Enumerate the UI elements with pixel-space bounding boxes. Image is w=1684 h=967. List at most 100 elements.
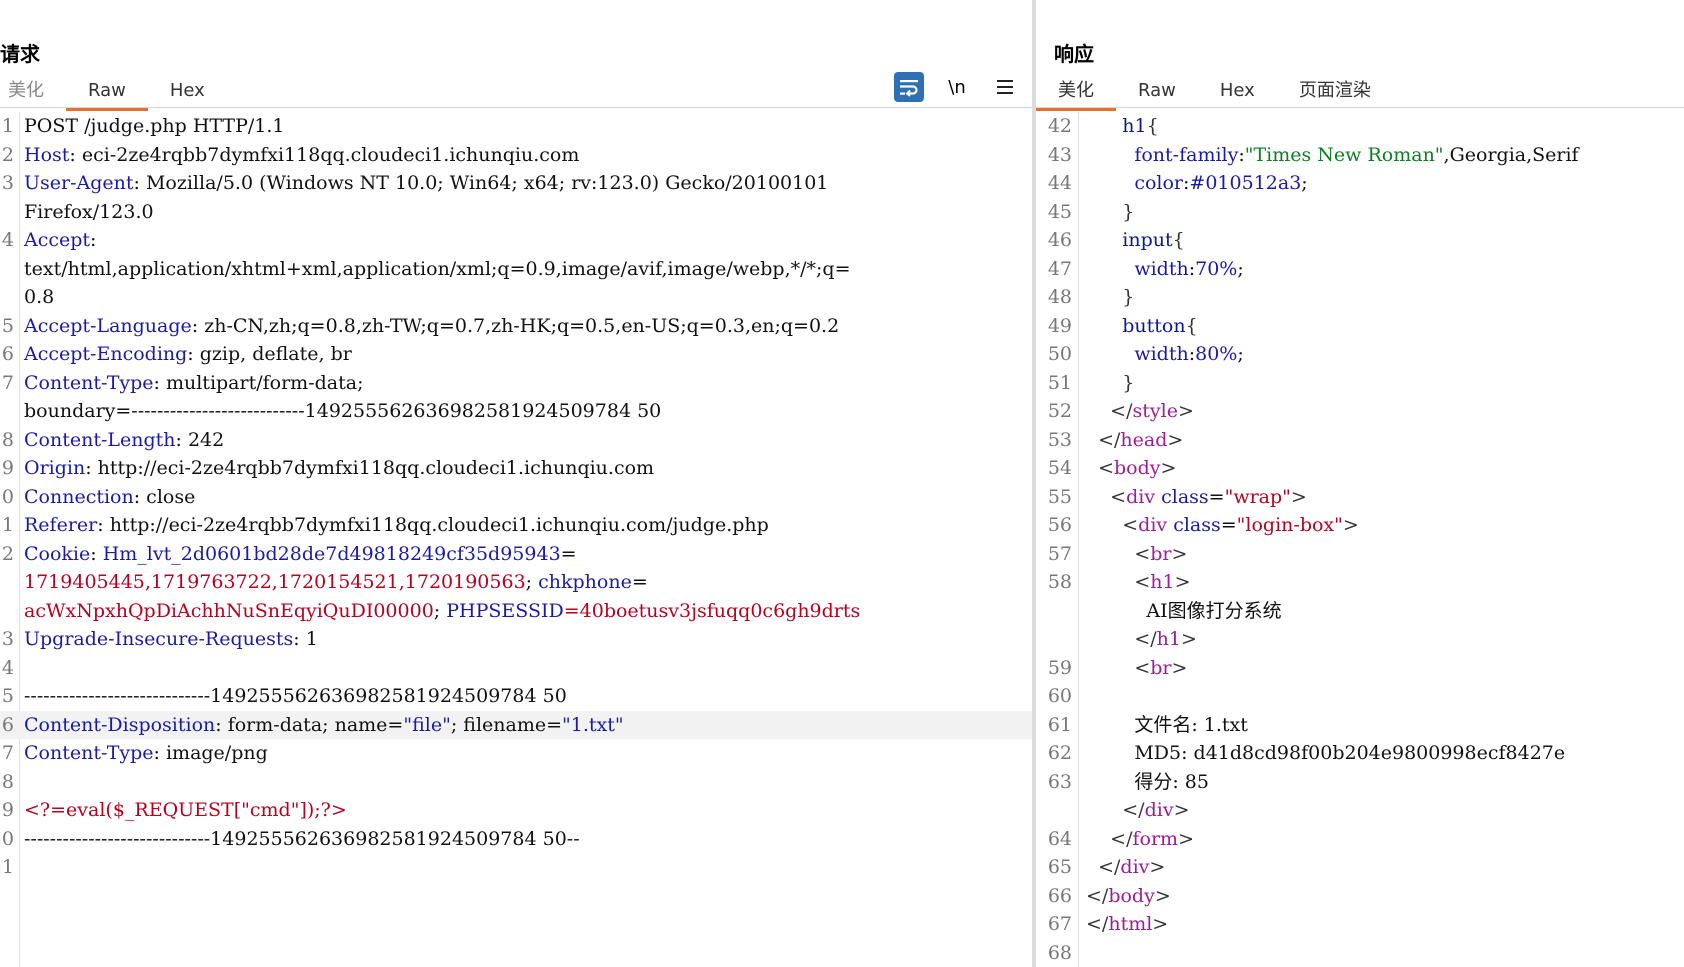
line-content: button{ xyxy=(1086,312,1684,341)
code-line: 11 Referer: http://eci-2ze4rqbb7dymfxi118… xyxy=(0,511,1032,540)
response-tab-hex[interactable]: Hex xyxy=(1198,78,1277,108)
line-content: Accept: xyxy=(24,226,1032,255)
code-token: 40boetusv3jsfuqq0c6gh9drts xyxy=(579,599,861,622)
line-content: </div> xyxy=(1086,853,1684,882)
code-line: 16Content-Disposition: form-data; name="… xyxy=(0,710,1032,739)
response-tab-页面渲染[interactable]: 页面渲染 xyxy=(1277,78,1393,108)
code-token: POST /judge.php HTTP/1.1 xyxy=(24,115,285,137)
line-content: </form> xyxy=(1086,825,1684,854)
code-token: html xyxy=(1108,913,1153,935)
code-token: h1 xyxy=(1150,571,1175,593)
line-number: 46 xyxy=(1047,229,1072,251)
code-token: : form-data; name= xyxy=(215,713,404,736)
code-line: 8 Content-Length: 242 xyxy=(0,426,1032,455)
code-line: 55 <div class="wrap"> xyxy=(1036,483,1684,512)
line-number xyxy=(0,397,14,426)
line-content xyxy=(24,768,1032,797)
code-token: 80% xyxy=(1195,343,1238,365)
line-content xyxy=(1086,682,1684,711)
code-token: < xyxy=(1134,571,1151,593)
code-line: boundary=---------------------------1492… xyxy=(0,397,1032,426)
code-token: "login-box" xyxy=(1236,514,1343,536)
line-content: <div class="wrap"> xyxy=(1086,483,1684,512)
code-token: -----------------------------14925556263… xyxy=(24,685,567,707)
code-line: 6 Accept-Encoding: gzip, deflate, br xyxy=(0,340,1032,369)
code-token: </ xyxy=(1086,884,1109,907)
code-token: -----------------------------14925556263… xyxy=(24,827,580,850)
code-line: 46 input{ xyxy=(1036,226,1684,255)
code-token: > xyxy=(1342,514,1359,536)
line-content xyxy=(24,853,1032,882)
code-token: br xyxy=(1150,542,1172,565)
code-token: width xyxy=(1134,343,1189,365)
code-token: { xyxy=(1185,314,1198,337)
code-token: button xyxy=(1122,314,1186,337)
line-content: Content-Length: 242 xyxy=(24,426,1032,455)
line-content: Content-Type: multipart/form-data; xyxy=(24,369,1032,398)
request-tab-hex[interactable]: Hex xyxy=(148,78,227,108)
code-token: > xyxy=(1180,628,1197,650)
line-content: acWxNpxhQpDiAchhNuSnEqyiQuDI00000; PHPSE… xyxy=(24,597,1032,626)
line-number: 8 xyxy=(1,428,14,451)
code-line: AI图像打分系统 xyxy=(1036,597,1684,626)
code-line: 7 Content-Type: multipart/form-data; xyxy=(0,369,1032,398)
code-line: 52 </style> xyxy=(1036,397,1684,426)
code-token: > xyxy=(1167,428,1184,451)
line-number: 6 xyxy=(1,343,14,365)
code-token: text/html,application/xhtml+xml,applicat… xyxy=(24,257,851,280)
request-tab-raw[interactable]: Raw xyxy=(66,78,148,111)
code-line: 43 font-family:"Times New Roman",Georgia… xyxy=(1036,141,1684,170)
line-number: 55 xyxy=(1047,485,1072,508)
code-line: 58 <h1> xyxy=(1036,568,1684,597)
request-editor[interactable]: 1 POST /judge.php HTTP/1.1 2 Host: eci-2ze4… xyxy=(0,112,1032,967)
hamburger-menu-icon[interactable] xyxy=(990,72,1020,102)
line-number xyxy=(0,568,14,597)
code-token: width xyxy=(1134,257,1189,280)
code-line: 50 width:80%; xyxy=(1036,340,1684,369)
code-token: PHPSESSID xyxy=(446,599,564,622)
code-token: </ xyxy=(1110,400,1133,422)
response-tab-raw[interactable]: Raw xyxy=(1116,78,1198,108)
code-token: AI图像打分系统 xyxy=(1086,599,1282,622)
text-wrap-icon[interactable] xyxy=(894,72,924,102)
code-line: 56 <div class="login-box"> xyxy=(1036,511,1684,540)
line-number: 14 xyxy=(0,656,14,679)
code-token: style xyxy=(1132,400,1178,422)
line-content: Accept-Encoding: gzip, deflate, br xyxy=(24,340,1032,369)
code-token: : http://eci-2ze4rqbb7dymfxi118qq.cloude… xyxy=(85,457,655,479)
request-toolbar: \n xyxy=(894,72,1020,102)
code-line: 17 Content-Type: image/png xyxy=(0,739,1032,768)
response-editor[interactable]: 42 h1{43 font-family:"Times New Roman",G… xyxy=(1036,112,1684,967)
response-tab-美化[interactable]: 美化 xyxy=(1036,78,1116,111)
line-content: input{ xyxy=(1086,226,1684,255)
code-token: </ xyxy=(1098,856,1121,878)
code-line: 65 </div> xyxy=(1036,853,1684,882)
response-tab-divider xyxy=(1036,107,1684,108)
newline-label: \n xyxy=(948,76,966,98)
newline-toggle[interactable]: \n xyxy=(942,72,972,102)
line-content: Content-Type: image/png xyxy=(24,739,1032,768)
code-token: Connection xyxy=(24,485,134,508)
request-tab-美化[interactable]: 美化 xyxy=(0,78,66,108)
code-token: Accept-Encoding xyxy=(24,343,188,365)
line-content: </body> xyxy=(1086,882,1684,911)
code-token: : 1 xyxy=(293,628,318,650)
line-number: 18 xyxy=(0,770,14,793)
code-token: MD5: d41d8cd98f00b204e9800998ecf8427e xyxy=(1086,742,1566,764)
line-number: 63 xyxy=(1047,770,1072,793)
code-token: </ xyxy=(1110,827,1133,850)
line-content: Origin: http://eci-2ze4rqbb7dymfxi118qq.… xyxy=(24,454,1032,483)
line-number: 12 xyxy=(0,542,14,565)
code-token: Content-Type xyxy=(24,742,154,764)
code-line: 53 </head> xyxy=(1036,426,1684,455)
code-token: acWxNpxhQpDiAchhNuSnEqyiQuDI00000 xyxy=(24,599,434,622)
line-number xyxy=(0,283,14,312)
code-line: 67 </html> xyxy=(1036,910,1684,939)
line-content: Cookie: Hm_lvt_2d0601bd28de7d49818249cf3… xyxy=(24,540,1032,569)
code-line: 5 Accept-Language: zh-CN,zh;q=0.8,zh-TW;q… xyxy=(0,312,1032,341)
code-token: = xyxy=(1220,514,1237,536)
code-token: color xyxy=(1134,172,1184,194)
line-number: 51 xyxy=(1047,371,1072,394)
